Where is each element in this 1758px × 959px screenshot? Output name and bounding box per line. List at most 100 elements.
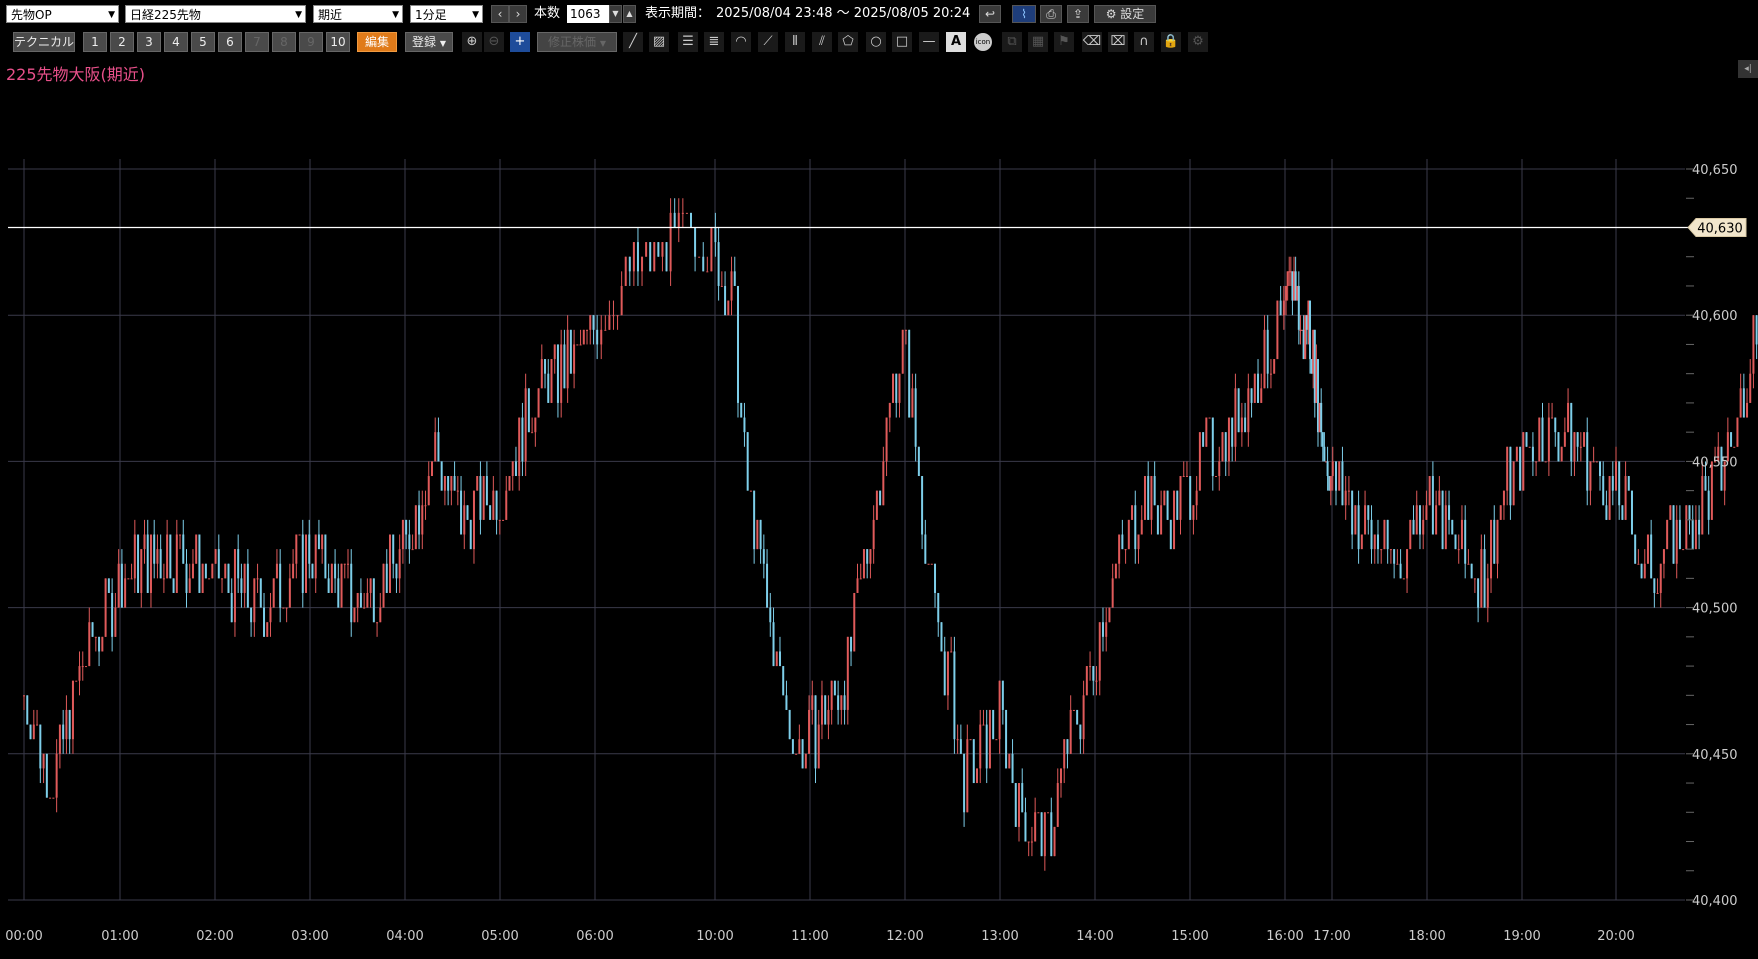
print-icon[interactable]: ⎙ [1040,5,1062,23]
candle-body [1643,563,1646,579]
candle-body [460,490,463,535]
fan-arc-icon[interactable]: ◠ [731,32,751,52]
preset-5[interactable]: 5 [191,32,215,52]
vertical-lines-icon[interactable]: ⦀ [785,32,805,52]
candle-body [1376,534,1379,550]
interval-select[interactable]: 1分足 ▼ [410,5,483,23]
preset-1[interactable]: 1 [83,32,107,52]
ruler-icon[interactable]: ▨ [649,32,669,52]
fibonacci-icon[interactable]: ≣ [704,32,724,52]
symbol-select[interactable]: 日経225先物 ▼ [125,5,306,23]
candle-body [628,256,631,272]
candle-body [966,739,969,813]
gann-fan-icon[interactable]: ⟋ [758,32,778,52]
next-button[interactable]: › [509,5,527,23]
candle-body [363,607,366,609]
candle-body [1512,461,1515,506]
register-button[interactable]: 登録 ▼ [405,32,453,52]
candle-body [1195,490,1198,506]
candle-body [382,563,385,608]
candle-body [720,285,723,287]
candle-body [1531,446,1534,462]
x-tick-label: 00:00 [5,929,42,944]
candle-body [1234,388,1237,447]
candle-body [408,534,411,550]
settings-button[interactable]: ⚙ 設定 [1094,5,1156,23]
product-select[interactable]: 先物OP ▼ [6,5,119,23]
candle-body [875,490,878,520]
preset-2[interactable]: 2 [110,32,134,52]
candle-body [405,519,408,535]
candle-body [217,549,220,579]
prev-button[interactable]: ‹ [491,5,509,23]
candle-body [1646,534,1649,564]
candle-body [1118,534,1121,564]
candle-body [1331,461,1334,477]
candle-body [1257,373,1260,403]
candle-body [1179,476,1182,520]
technical-button[interactable]: テクニカル [13,32,75,52]
candle-body [681,212,684,214]
eraser-all-icon[interactable]: ⌧ [1108,32,1128,52]
preset-3[interactable]: 3 [137,32,161,52]
edit-button[interactable]: 編集 [357,32,397,52]
product-select-value: 先物OP [11,8,52,22]
crosshair-icon[interactable]: + [510,32,530,52]
candle-body [969,739,972,741]
x-tick-label: 16:00 [1266,929,1303,944]
candle-body [65,709,68,740]
preset-9[interactable]: 9 [299,32,323,52]
text-tool-icon[interactable]: A [946,32,966,52]
x-tick-label: 13:00 [981,929,1018,944]
candle-body [469,519,472,550]
adjusted-price-select[interactable]: 修正株価 ▼ [537,32,617,52]
magnet-icon[interactable]: ∩ [1134,32,1154,52]
gear-icon[interactable]: ⚙ [1188,32,1208,52]
candle-body [604,329,607,331]
candle-body [1309,300,1312,360]
preset-7[interactable]: 7 [245,32,269,52]
candlestick-chart[interactable]: 40,650 40,600 40,550 40,500 40,450 40,400 00:… [0,80,1758,959]
candle-body [263,607,266,637]
contract-select[interactable]: 期近 ▼ [313,5,403,23]
drawing-toolbar: テクニカル 1 2 3 4 5 6 7 8 9 10 編集 登録 ▼ ⊕ ⊖ +… [0,29,1758,55]
undo-icon[interactable]: ↩ [979,5,1001,23]
eraser-icon[interactable]: ⌫ [1082,32,1102,52]
grid-icon[interactable]: ▦ [1028,32,1048,52]
copy-icon[interactable]: ⧉ [1002,32,1022,52]
collapse-panel-icon[interactable]: ◂| [1738,60,1758,78]
export-icon[interactable]: ⇪ [1067,5,1089,23]
candle-body [447,476,450,491]
candle-body [1024,812,1027,842]
flag-icon[interactable]: ⚑ [1054,32,1074,52]
zoom-in-icon[interactable]: ⊕ [462,32,482,52]
count-up-icon[interactable]: ▲ [623,5,636,23]
zoom-out-icon[interactable]: ⊖ [484,32,504,52]
pentagon-icon[interactable]: ⬠ [838,32,858,52]
rectangle-icon[interactable]: □ [892,32,912,52]
candle-body [702,256,705,272]
angle-lines-icon[interactable]: ⫽ [812,32,832,52]
x-tick-label: 06:00 [576,929,613,944]
candle-body [1008,753,1011,769]
circle-icon[interactable]: ○ [866,32,886,52]
preset-10[interactable]: 10 [326,32,350,52]
candle-body [706,271,709,273]
horizontal-lines-icon[interactable]: ☰ [678,32,698,52]
candle-body [398,549,401,579]
candle-body [29,724,32,740]
count-down-icon[interactable]: ▼ [609,5,622,23]
candle-body [78,666,81,681]
candle-body [1586,432,1589,491]
icon-stamp-icon[interactable]: icon [974,33,992,51]
lock-icon[interactable]: 🔒 [1161,32,1181,52]
chart-mode-icon[interactable]: ⌇ [1012,5,1036,23]
candle-body [1467,563,1470,565]
preset-8[interactable]: 8 [272,32,296,52]
preset-6[interactable]: 6 [218,32,242,52]
preset-4[interactable]: 4 [164,32,188,52]
horizontal-line-icon[interactable]: — [919,32,939,52]
trendline-icon[interactable]: ╱ [623,32,643,52]
count-input[interactable]: 1063 [567,5,609,23]
candle-body [901,329,904,374]
